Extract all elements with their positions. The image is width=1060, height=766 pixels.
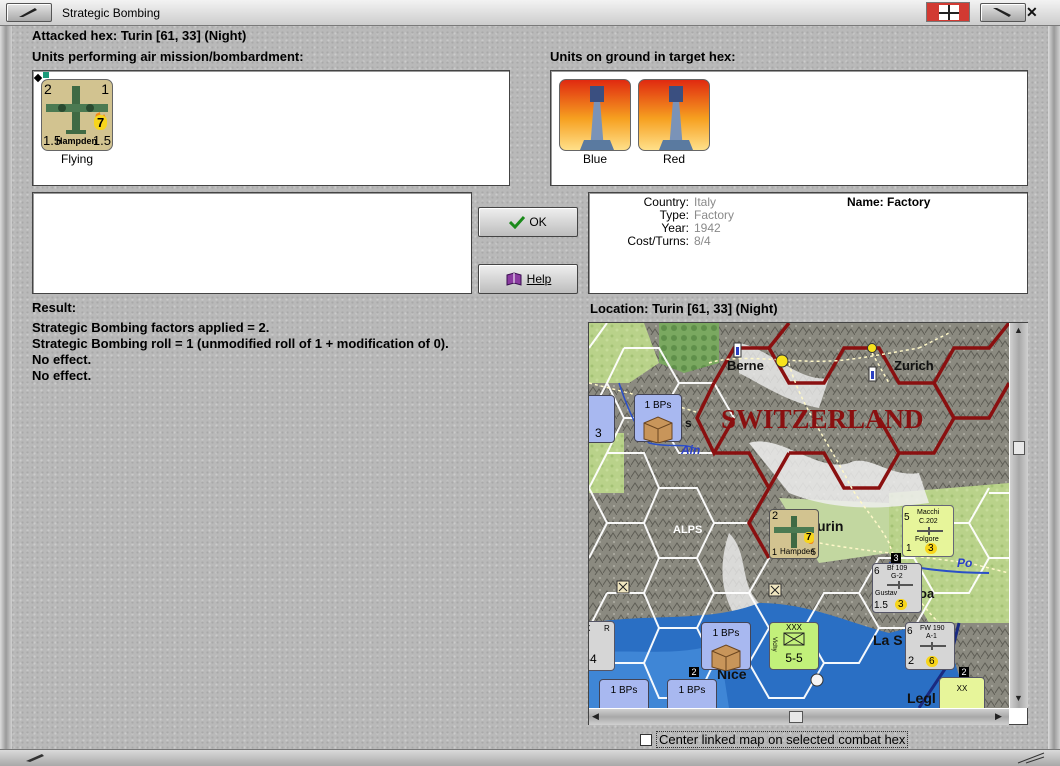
city-zurich[interactable]: [867, 343, 877, 353]
bp-unit[interactable]: 1 BPs: [701, 622, 751, 672]
minimize-button[interactable]: [6, 3, 52, 22]
ground-units-label: Units on ground in target hex:: [550, 49, 736, 64]
center-map-checkbox[interactable]: [640, 734, 652, 746]
badge: 7: [94, 115, 108, 130]
help-button[interactable]: Help: [478, 264, 578, 294]
stack-count: 2: [689, 667, 699, 677]
map-hampden-counter[interactable]: 2 7 1 Hampden 5: [769, 509, 819, 559]
label-zurich: Zurich: [894, 358, 934, 373]
scroll-up-icon[interactable]: ▲: [1014, 325, 1023, 335]
center-map-label[interactable]: Center linked map on selected combat hex: [656, 731, 909, 748]
map-vertical-scrollbar[interactable]: ▲ ▼: [1010, 323, 1028, 708]
macchi-unit[interactable]: 5 Macchi C.202 Folgore 1 3: [902, 505, 954, 557]
message-panel: [32, 192, 472, 294]
window-title: Strategic Bombing: [62, 6, 161, 20]
result-label: Result:: [32, 300, 77, 315]
fw190-unit[interactable]: 6 FW 190 A-1 2 6: [905, 622, 955, 670]
fighter-icon: [887, 581, 913, 589]
svg-text:urin: urin: [817, 518, 843, 534]
bp-unit[interactable]: 1 BPs: [667, 679, 717, 708]
crate-icon: [711, 644, 741, 672]
bp-unit[interactable]: 1 BPs: [634, 394, 682, 444]
svg-text:Po: Po: [957, 556, 972, 570]
fighter-icon: [917, 527, 943, 535]
resource-marker: [768, 583, 782, 597]
location-label: Location: Turin [61, 33] (Night): [590, 301, 778, 316]
arrow-icon: [993, 8, 1011, 17]
aa-unit-blue[interactable]: [559, 79, 631, 151]
flak-gun-icon: [580, 86, 614, 150]
scroll-right-icon[interactable]: ▶: [995, 711, 1002, 722]
selection-marker: [33, 73, 43, 83]
stack-count: 2: [959, 667, 969, 677]
aa-unit-red[interactable]: [638, 79, 710, 151]
label-berne: Berne: [727, 358, 764, 373]
city-berne[interactable]: [775, 354, 789, 368]
svg-text:La S: La S: [873, 632, 903, 648]
vichy-corps-unit[interactable]: XXX 5-5 Vichy: [769, 622, 819, 670]
target-cost: Cost/Turns: 8/4: [627, 234, 711, 248]
bf109-unit[interactable]: 6 Bf 109 G-2 Gustav 1.5 3: [872, 563, 922, 613]
unit-dot: [43, 72, 49, 78]
unit-xx[interactable]: XX: [939, 677, 985, 708]
svg-text:Ain: Ain: [680, 443, 700, 457]
nation-flag-icon: [926, 2, 970, 22]
unit-status: Flying: [60, 152, 93, 166]
arrow-icon: [26, 754, 44, 762]
resize-grip-icon[interactable]: [1008, 751, 1048, 765]
horizontal-scroll-thumb[interactable]: [789, 711, 803, 723]
vertical-scroll-thumb[interactable]: [1013, 441, 1025, 455]
ground-units-panel: Blue Red: [550, 70, 1028, 186]
result-text: Strategic Bombing factors applied = 2. S…: [32, 320, 449, 383]
linked-map[interactable]: Berne Zurich SWITZERLAND ALPS Ain Po uri…: [588, 322, 1028, 725]
fighter-icon: [920, 642, 946, 650]
resource-marker: [616, 580, 630, 594]
unit-partial[interactable]: 3: [589, 395, 615, 443]
crate-icon: [643, 416, 673, 444]
help-book-icon: [506, 272, 522, 286]
window-restore-button[interactable]: [980, 3, 1026, 22]
hampden-counter[interactable]: 2 1 7 1.5 Hampden 1.5: [41, 79, 113, 151]
svg-text:ALPS: ALPS: [673, 524, 702, 536]
target-name: Name: Factory: [847, 195, 931, 209]
target-info-panel: Country: Italy Type: Factory Year: 1942 Cos…: [588, 192, 1028, 294]
infantry-icon: [783, 632, 805, 646]
scroll-down-icon[interactable]: ▼: [1014, 693, 1023, 703]
air-units-panel: 2 1 7 1.5 Hampden 1.5 Flying: [32, 70, 510, 186]
flak-gun-icon: [659, 86, 693, 150]
map-viewport[interactable]: Berne Zurich SWITZERLAND ALPS Ain Po uri…: [589, 323, 1009, 708]
city-nice[interactable]: [810, 673, 824, 687]
stack-count: 3: [891, 553, 901, 563]
svg-text:s: s: [685, 416, 692, 430]
label-switzerland: SWITZERLAND: [721, 404, 924, 434]
right-frame: [1048, 26, 1060, 766]
checkmark-icon: [509, 215, 526, 229]
scroll-left-icon[interactable]: ◀: [592, 711, 599, 722]
ok-button[interactable]: OK: [478, 207, 578, 237]
svg-text:Legl: Legl: [907, 690, 936, 706]
bottom-bar: [0, 749, 1060, 766]
title-bar: Strategic Bombing ✕: [0, 0, 1060, 26]
strategic-bombing-window: Strategic Bombing ✕ Attacked hex: Turin …: [0, 0, 1060, 766]
bp-unit[interactable]: 1 BPs: [599, 679, 649, 708]
arrow-icon: [19, 8, 37, 17]
left-frame: [0, 26, 12, 766]
close-icon[interactable]: ✕: [1026, 4, 1038, 21]
attacked-hex-label: Attacked hex: Turin [61, 33] (Night): [32, 28, 247, 43]
unit-partial-2[interactable]: X R -4: [589, 621, 615, 671]
map-horizontal-scrollbar[interactable]: ◀ ▶: [589, 709, 1009, 725]
air-units-label: Units performing air mission/bombardment…: [32, 49, 304, 64]
